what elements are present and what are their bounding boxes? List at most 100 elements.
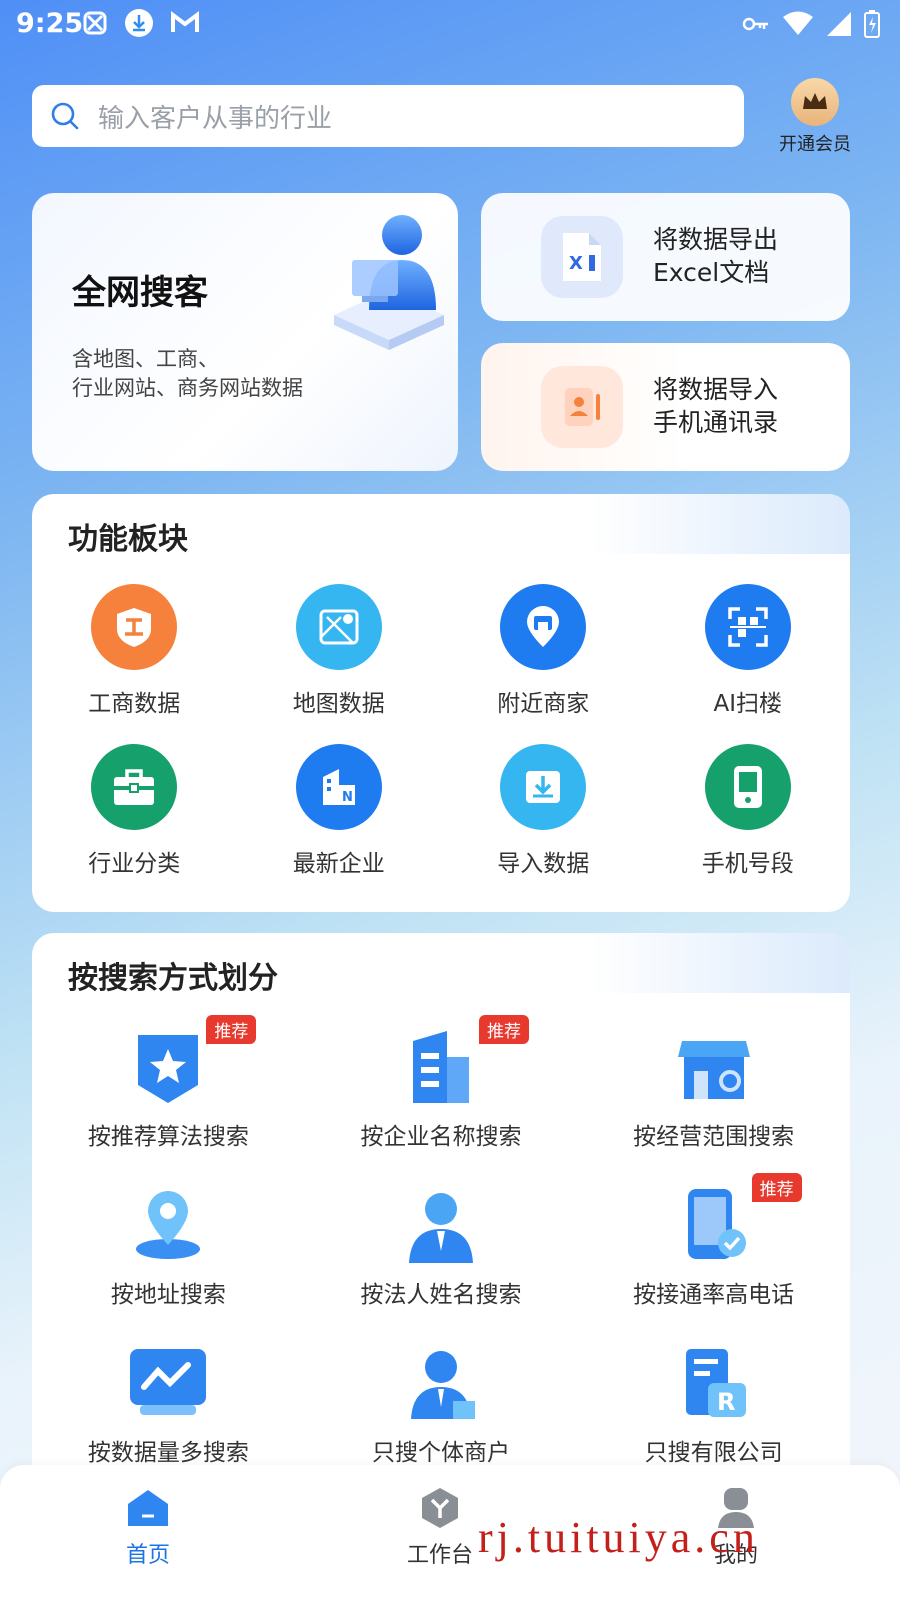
panel-tab-decoration	[590, 494, 850, 554]
search-method-panel: 按搜索方式划分 推荐 按推荐算法搜索 推荐 按企业名称搜索 按经营范围搜索 按地…	[32, 933, 850, 1493]
download-icon	[125, 9, 153, 37]
tab-home[interactable]: 首页	[88, 1485, 208, 1569]
status-time: 9:25	[16, 8, 84, 39]
excel-icon: X	[541, 216, 623, 298]
function-item-ai-scan[interactable]: AI扫楼	[646, 584, 851, 718]
card-desc-line2: 行业网站、商务网站数据	[72, 376, 303, 400]
nearby-shop-icon	[500, 584, 587, 670]
function-item-industry[interactable]: 行业分类	[32, 744, 237, 878]
search-method-label: 只搜有限公司	[644, 1440, 783, 1466]
tab-label: 首页	[125, 1543, 170, 1568]
business-icon	[91, 584, 178, 670]
person-icon	[393, 1179, 489, 1271]
card-description: 含地图、工商、 行业网站、商务网站数据	[72, 345, 303, 403]
export-text: 将数据导出 Excel文档	[653, 223, 778, 289]
phone-check-icon: 推荐	[666, 1173, 802, 1271]
function-item-import[interactable]: 导入数据	[441, 744, 646, 878]
function-item-new-company[interactable]: N 最新企业	[237, 744, 442, 878]
search-method-grid: 推荐 按推荐算法搜索 推荐 按企业名称搜索 按经营范围搜索 按地址搜索 按法人姓…	[32, 1015, 850, 1467]
search-by-data-volume[interactable]: 按数据量多搜索	[32, 1337, 305, 1467]
workbench-icon	[417, 1485, 463, 1531]
recommend-badge: 推荐	[478, 1015, 529, 1044]
function-label: 工商数据	[88, 691, 181, 717]
search-method-label: 按地址搜索	[110, 1282, 226, 1308]
function-label: 地图数据	[292, 691, 385, 717]
function-item-phone-range[interactable]: 手机号段	[646, 744, 851, 878]
function-item-business[interactable]: 工商数据	[32, 584, 237, 718]
chart-screen-icon	[120, 1337, 216, 1429]
function-label: AI扫楼	[713, 691, 783, 717]
all-web-search-card[interactable]: 全网搜客 含地图、工商、 行业网站、商务网站数据	[32, 193, 458, 471]
search-by-address[interactable]: 按地址搜索	[32, 1179, 305, 1309]
battery-icon	[864, 10, 880, 38]
search-by-connect-rate[interactable]: 推荐 按接通率高电话	[577, 1173, 850, 1309]
search-by-company-name[interactable]: 推荐 按企业名称搜索	[305, 1015, 578, 1151]
function-grid: 工商数据 地图数据 附近商家 AI扫楼 行业分类 N 最新企业 导入数据 手机号…	[32, 584, 850, 878]
function-label: 最新企业	[292, 851, 385, 877]
svg-text:R: R	[717, 1388, 735, 1416]
building-icon: N	[295, 744, 382, 830]
function-label: 附近商家	[497, 691, 590, 717]
function-item-map[interactable]: 地图数据	[237, 584, 442, 718]
customer-search-illustration	[334, 215, 444, 350]
scan-icon	[704, 584, 791, 670]
vip-button[interactable]: 开通会员	[770, 78, 860, 156]
search-by-recommendation[interactable]: 推荐 按推荐算法搜索	[32, 1015, 305, 1151]
watermark: rj.tuituiya.cn	[478, 1513, 759, 1562]
search-method-label: 只搜个体商户	[371, 1440, 510, 1466]
status-icons-left	[82, 8, 200, 38]
card-desc-line1: 含地图、工商、	[72, 347, 219, 371]
gmail-icon	[171, 11, 199, 32]
search-method-label: 按法人姓名搜索	[360, 1282, 522, 1308]
export-line1: 将数据导出	[653, 225, 779, 254]
import-line1: 将数据导入	[653, 375, 779, 404]
crown-icon	[791, 78, 839, 126]
phone-icon	[704, 744, 791, 830]
card-title: 全网搜客	[72, 273, 208, 313]
search-by-legal-person[interactable]: 按法人姓名搜索	[305, 1179, 578, 1309]
vip-label: 开通会员	[779, 134, 851, 155]
import-text: 将数据导入 手机通讯录	[653, 373, 778, 439]
office-building-icon: 推荐	[393, 1015, 529, 1113]
export-excel-card[interactable]: X 将数据导出 Excel文档	[481, 193, 850, 321]
search-bar[interactable]: 输入客户从事的行业	[32, 85, 744, 147]
svg-text:X: X	[569, 253, 583, 274]
wifi-icon	[783, 11, 813, 35]
recommend-badge: 推荐	[751, 1173, 802, 1202]
function-panel: 功能板块 工商数据 地图数据 附近商家 AI扫楼 行业分类 N 最新企业 导入数…	[32, 494, 850, 912]
function-item-nearby[interactable]: 附近商家	[441, 584, 646, 718]
registered-company-icon: R	[666, 1337, 762, 1429]
search-method-label: 按经营范围搜索	[633, 1124, 795, 1150]
import-icon	[500, 744, 587, 830]
status-icons-right	[742, 10, 880, 38]
search-method-label: 按数据量多搜索	[87, 1440, 249, 1466]
contacts-icon	[541, 366, 623, 448]
search-method-label: 按接通率高电话	[633, 1282, 795, 1308]
search-icon	[50, 101, 80, 131]
function-label: 手机号段	[701, 851, 794, 877]
location-pin-icon	[120, 1179, 216, 1271]
search-individual-merchant[interactable]: 只搜个体商户	[305, 1337, 578, 1467]
import-contacts-card[interactable]: 将数据导入 手机通讯录	[481, 343, 850, 471]
function-label: 导入数据	[497, 851, 590, 877]
search-input[interactable]: 输入客户从事的行业	[98, 98, 332, 135]
home-icon	[125, 1485, 171, 1531]
recommend-badge: 推荐	[206, 1015, 257, 1044]
search-limited-company[interactable]: R 只搜有限公司	[577, 1337, 850, 1467]
search-panel-title: 按搜索方式划分	[68, 961, 278, 996]
signal-icon	[827, 12, 851, 36]
svg-text:N: N	[342, 790, 353, 805]
briefcase-icon	[91, 744, 178, 830]
search-by-business-scope[interactable]: 按经营范围搜索	[577, 1021, 850, 1151]
panel-tab-decoration	[590, 933, 850, 993]
star-shield-icon: 推荐	[120, 1015, 257, 1113]
grid-icon	[83, 11, 107, 35]
export-line2: Excel文档	[653, 258, 770, 287]
map-icon	[295, 584, 382, 670]
key-icon	[742, 17, 768, 31]
search-method-label: 按企业名称搜索	[360, 1124, 522, 1150]
import-line2: 手机通讯录	[653, 408, 779, 437]
storefront-icon	[666, 1021, 762, 1113]
bottom-tabbar: 首页 工作台 我的	[0, 1465, 900, 1600]
search-method-label: 按推荐算法搜索	[87, 1124, 249, 1150]
